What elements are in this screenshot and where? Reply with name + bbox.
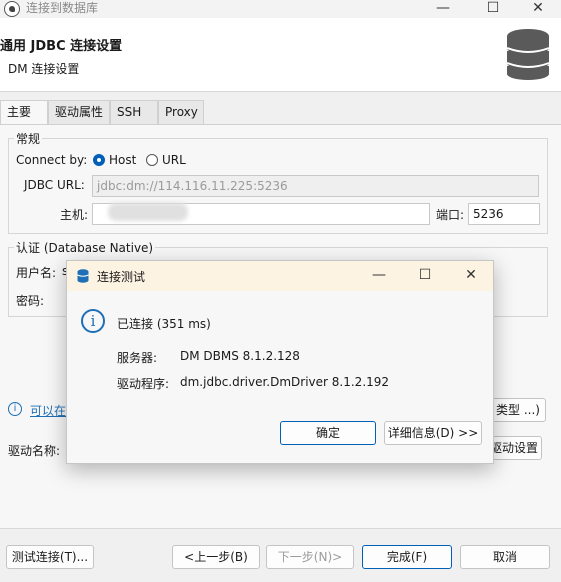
general-legend: 常规 bbox=[14, 130, 43, 147]
dialog-minimize-button[interactable]: — bbox=[357, 267, 401, 285]
url-radio-label[interactable]: URL bbox=[162, 153, 186, 167]
next-button[interactable]: 下一步(N)> bbox=[266, 545, 354, 569]
password-label: 密码: bbox=[16, 294, 45, 308]
tab-proxy[interactable]: Proxy bbox=[158, 100, 204, 124]
username-label: 用户名: bbox=[16, 266, 57, 280]
driver-value: dm.jdbc.driver.DmDriver 8.1.2.192 bbox=[180, 375, 390, 389]
dialog-ok-button[interactable]: 确定 bbox=[280, 421, 376, 445]
jdbc-url-label: JDBC URL: bbox=[24, 178, 85, 192]
url-radio[interactable] bbox=[146, 154, 158, 166]
server-value: DM DBMS 8.1.2.128 bbox=[180, 349, 300, 363]
dialog-titlebar: 连接测试 — ☐ ✕ bbox=[67, 261, 493, 291]
test-connection-button[interactable]: 测试连接(T)... bbox=[6, 545, 94, 569]
port-label: 端口: bbox=[436, 208, 465, 222]
database-icon bbox=[506, 29, 550, 80]
tab-main[interactable]: 主要 bbox=[0, 100, 48, 124]
dialog-details-button[interactable]: 详细信息(D) >> bbox=[384, 421, 482, 445]
auth-legend: 认证 (Database Native) bbox=[14, 239, 156, 256]
app-icon bbox=[4, 1, 20, 17]
info-link[interactable]: 可以在 bbox=[30, 402, 66, 419]
driver-type-button[interactable]: 类型 ...) bbox=[490, 398, 546, 422]
info-icon: i bbox=[8, 402, 22, 416]
driver-settings-button[interactable]: 驱动设置 bbox=[486, 436, 542, 460]
tab-driver-properties[interactable]: 驱动属性 bbox=[48, 100, 110, 124]
port-field[interactable]: 5236 bbox=[468, 203, 540, 225]
page-subtitle: DM 连接设置 bbox=[8, 62, 80, 76]
close-button[interactable]: ✕ bbox=[515, 0, 561, 18]
dialog-title: 连接测试 bbox=[97, 270, 146, 284]
page-title: 通用 JDBC 连接设置 bbox=[0, 39, 123, 54]
dialog-close-button[interactable]: ✕ bbox=[449, 267, 493, 285]
footer-divider bbox=[0, 528, 561, 529]
dialog-maximize-button[interactable]: ☐ bbox=[403, 267, 447, 285]
host-radio[interactable] bbox=[93, 154, 105, 166]
minimize-button[interactable]: — bbox=[420, 0, 466, 18]
wizard-header: 通用 JDBC 连接设置 DM 连接设置 bbox=[0, 18, 561, 92]
driver-name-label: 驱动名称: bbox=[8, 444, 61, 458]
driver-label: 驱动程序: bbox=[117, 377, 170, 391]
jdbc-url-field[interactable]: jdbc:dm://114.116.11.225:5236 bbox=[92, 175, 539, 197]
host-radio-label[interactable]: Host bbox=[109, 153, 136, 167]
finish-button[interactable]: 完成(F) bbox=[362, 545, 452, 569]
window-title: 连接到数据库 bbox=[26, 1, 99, 15]
dialog-database-icon bbox=[77, 269, 89, 283]
server-label: 服务器: bbox=[117, 351, 158, 365]
tab-ssh[interactable]: SSH bbox=[110, 100, 158, 124]
connection-test-dialog: 连接测试 — ☐ ✕ i 已连接 (351 ms) 服务器: DM DBMS 8… bbox=[66, 260, 494, 464]
host-label: 主机: bbox=[60, 208, 89, 222]
info-icon-large: i bbox=[81, 309, 105, 333]
cancel-button[interactable]: 取消 bbox=[460, 545, 550, 569]
window-titlebar: 连接到数据库 — ☐ ✕ bbox=[0, 0, 561, 18]
maximize-button[interactable]: ☐ bbox=[470, 0, 516, 18]
connection-status: 已连接 (351 ms) bbox=[117, 317, 211, 331]
redacted-host bbox=[108, 203, 188, 221]
back-button[interactable]: <上一步(B) bbox=[172, 545, 260, 569]
connect-by-label: Connect by: bbox=[16, 153, 88, 167]
